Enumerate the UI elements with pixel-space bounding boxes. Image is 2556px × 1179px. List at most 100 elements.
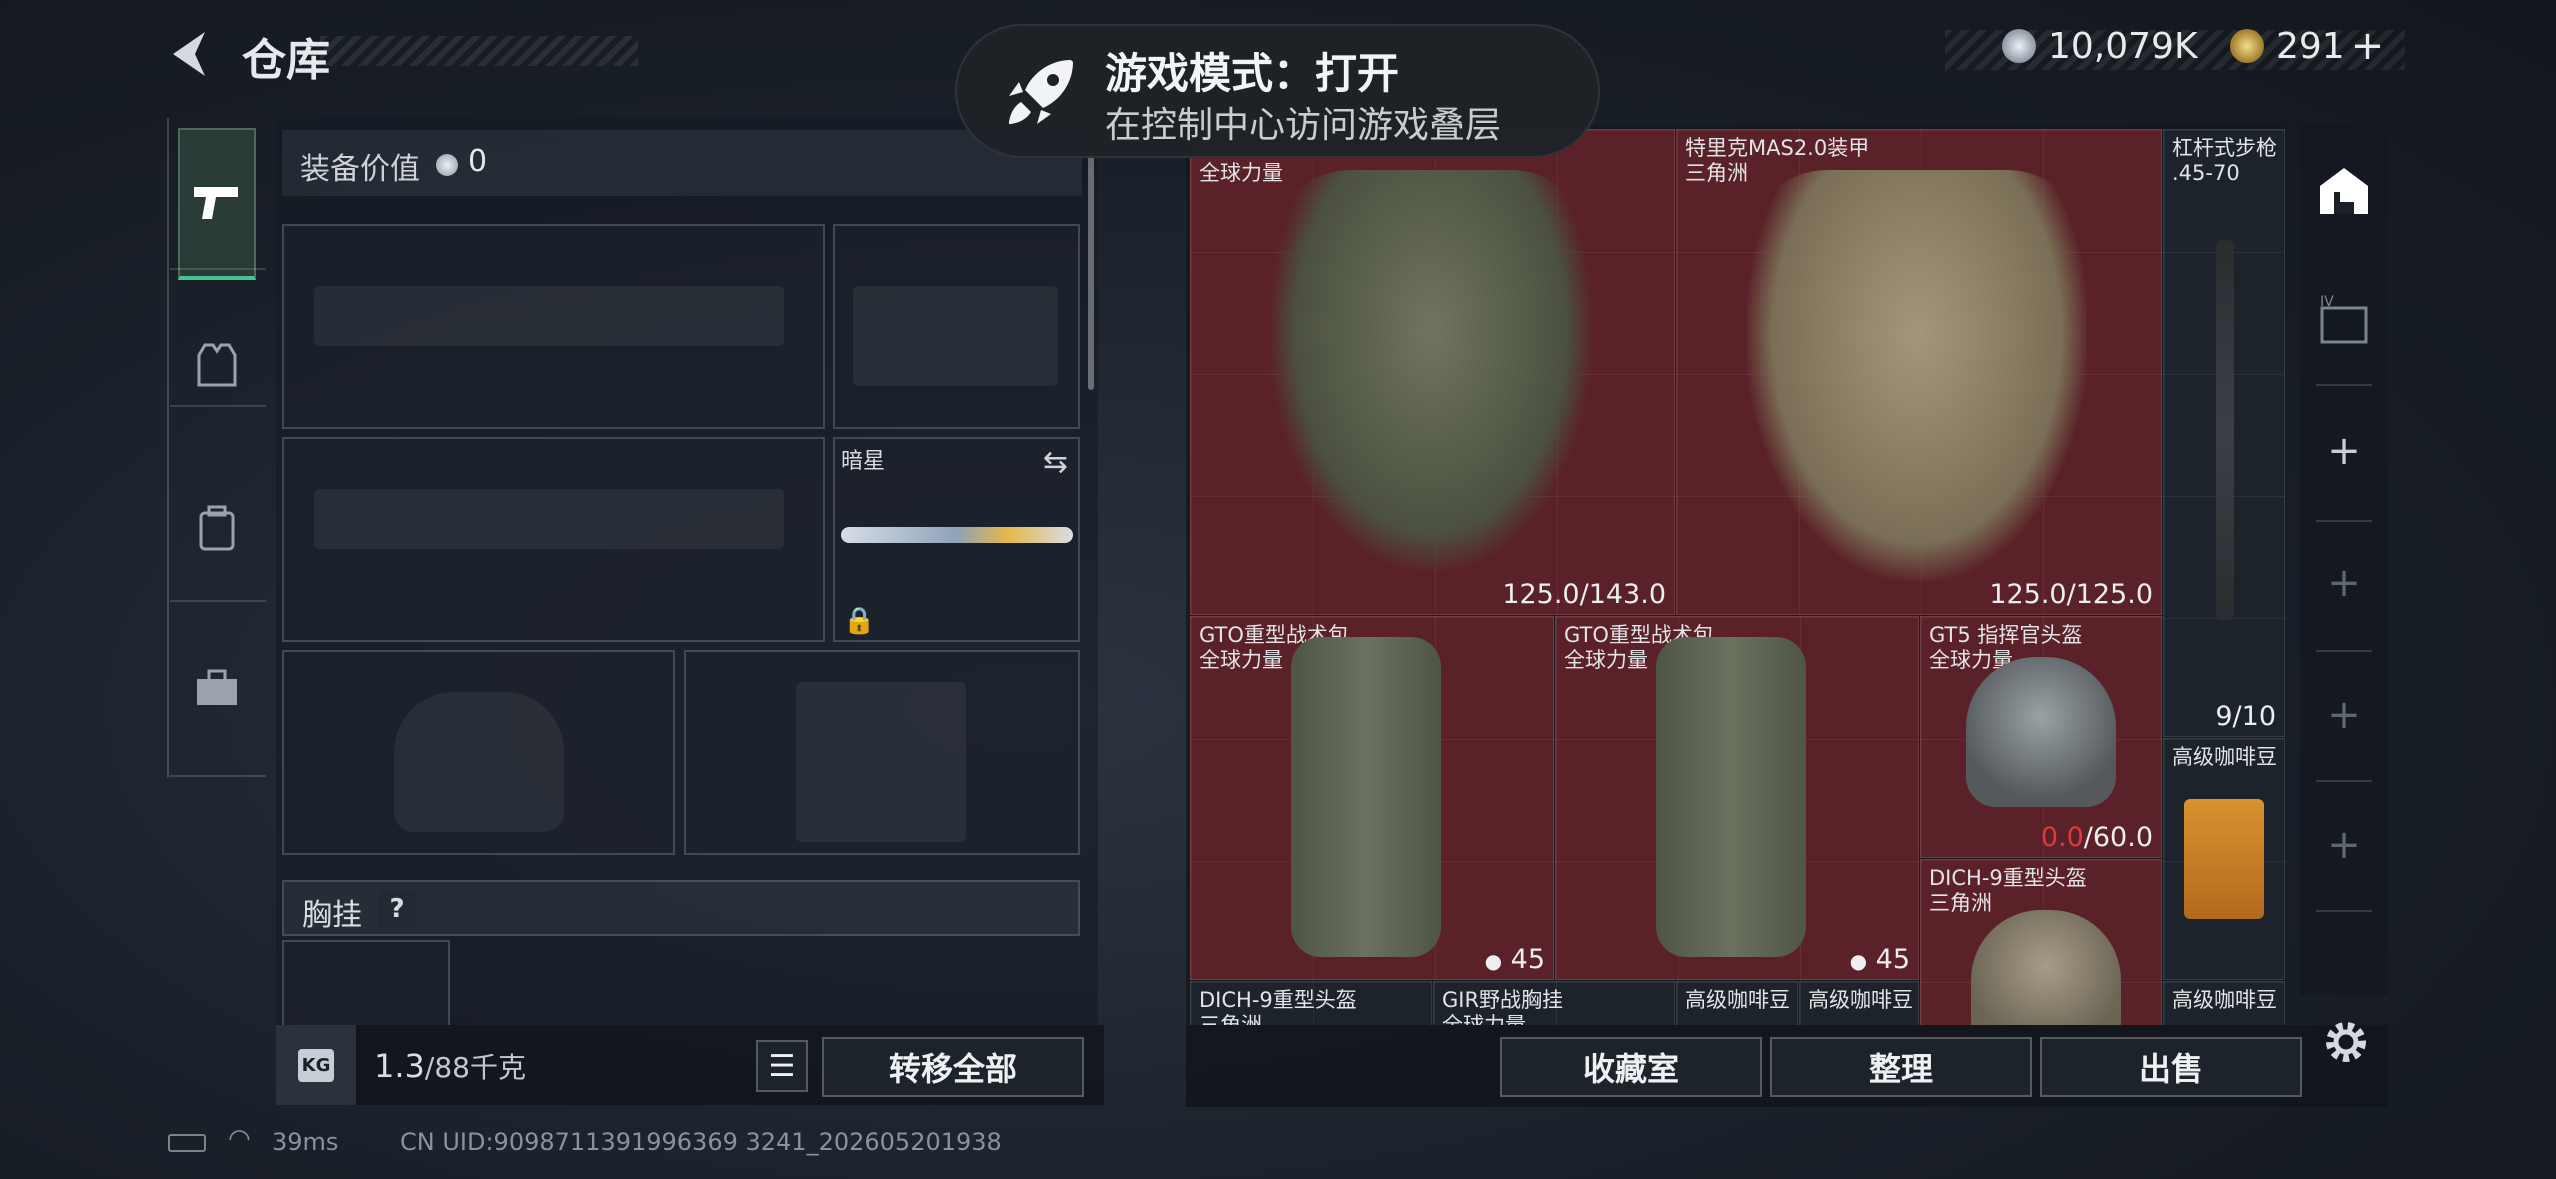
title-decoration [320,36,638,66]
organize-button[interactable]: 整理 [1770,1037,2032,1097]
item-name: GIR野战胸挂 [1442,988,1564,1012]
item-capacity: ● 45 [1850,944,1910,975]
battery-icon [168,1134,206,1152]
item-capacity-value: 45 [1875,944,1910,975]
item-name: 高级咖啡豆 [1808,988,1913,1012]
kg-icon: KG [297,1048,335,1082]
add-stash-page-button[interactable]: + [2316,560,2372,606]
item-faction: 全球力量 [1564,648,1648,672]
rocket-icon [1009,60,1073,124]
item-durability: 125.0/125.0 [1989,579,2153,610]
stash-item[interactable]: 高级咖啡豆 [2163,981,2285,1025]
rifle-silhouette [314,489,784,549]
primary-weapon-slot[interactable] [282,224,825,429]
stash-item[interactable]: 特里克MAS2.0装甲 三角洲 125.0/125.0 [1676,129,2162,615]
lock-icon: 🔒 [843,606,876,636]
armor-silhouette [796,682,966,842]
secondary-weapon-slot[interactable] [282,437,825,642]
durability-max: /60.0 [2083,822,2153,853]
favorites-button[interactable]: 收藏室 [1500,1037,1762,1097]
equipment-value-label: 装备价值 [300,152,420,187]
swap-icon[interactable]: ⇆ [1043,445,1068,480]
stash-item[interactable]: 高级咖啡豆 [1799,981,1919,1025]
rifle-silhouette [314,286,784,346]
vest-icon [197,343,237,387]
storage-crate-icon: IV [2320,294,2368,344]
item-durability: 0.0/60.0 [2041,822,2153,853]
melee-slot[interactable]: 暗星 ⇆ 🔒 [833,437,1080,642]
silver-amount: 10,079K [2048,25,2198,67]
transfer-all-button[interactable]: 转移全部 [822,1037,1084,1097]
item-faction: 三角洲 [1685,161,1748,185]
equipment-value-bar: 装备价值 0 [282,130,1082,196]
settings-button[interactable] [2320,1016,2372,1068]
tab-backpack[interactable] [178,488,256,568]
toast-title: 游戏模式：打开 [1105,49,1400,98]
add-stash-page-button[interactable]: + [2316,692,2372,738]
tab-weapons[interactable] [178,128,256,280]
stash-item[interactable]: GTO重型战术包 全球力量 ● 45 [1555,616,1919,980]
item-ammo-count: 9/10 [2215,701,2276,732]
stash-item[interactable]: 高级咖啡豆 [2163,738,2285,980]
gold-amount: 291 [2276,25,2345,67]
weight-readout: 1.3/88千克 [374,1046,526,1086]
armor-slot[interactable] [684,650,1080,855]
capacity-icon: ● [1849,949,1868,973]
help-button[interactable]: ? [378,890,416,928]
item-name: 特里克MAS2.0装甲 [1685,136,1870,160]
stash-grid: 全球力量 125.0/143.0 特里克MAS2.0装甲 三角洲 125.0/12… [1186,125,2286,1025]
svg-text:IV: IV [2320,294,2334,310]
knife-image [841,527,1073,543]
stash-item[interactable]: 杠杆式步枪 .45-70 9/10 [2163,129,2285,737]
warehouse-icon [2320,168,2368,214]
back-button[interactable] [165,28,213,80]
add-stash-page-button[interactable]: + [2316,822,2372,868]
armor-vest-image [1747,170,2087,580]
chest-rig-label: 胸挂 [302,898,362,933]
tab-case[interactable] [178,648,256,728]
stash-page-4-tab[interactable]: IV [2316,292,2372,346]
tab-armor[interactable] [178,325,256,405]
helmet-slot[interactable] [282,650,675,855]
armor-vest-image [1271,170,1591,570]
gold-currency[interactable]: 291 + [2230,22,2384,70]
gear-icon [2326,1022,2366,1062]
item-durability: 125.0/143.0 [1502,579,1666,610]
weight-icon: KG [276,1025,356,1105]
gold-coin-icon [2230,29,2264,63]
melee-name: 暗星 [841,449,886,474]
stash-item[interactable]: GT5 指挥官头盔 全球力量 0.0/60.0 [1920,616,2162,858]
stash-item[interactable]: GTO重型战术包 全球力量 ● 45 [1190,616,1554,980]
stash-item[interactable]: 全球力量 125.0/143.0 [1190,129,1675,615]
wifi-icon: ◠ [228,1124,251,1154]
sidearm-slot[interactable] [833,224,1080,429]
list-view-button[interactable]: ☰ [756,1040,808,1092]
item-name: GT5 指挥官头盔 [1929,623,2083,647]
loadout-scrollbar[interactable] [1088,150,1094,390]
stash-item[interactable]: DICH-9重型头盔 三角洲 [1190,981,1432,1025]
backpack-image [1291,637,1441,957]
chevron-left-icon [173,32,205,76]
coffee-bag-image [2184,799,2264,919]
backpack-icon [199,505,235,551]
sell-button[interactable]: 出售 [2040,1037,2302,1097]
item-name: DICH-9重型头盔 [1929,866,2087,890]
add-stash-page-button[interactable]: + [2316,428,2372,474]
silver-coin-icon [2002,29,2036,63]
stash-item[interactable]: GIR野战胸挂 全球力量 [1433,981,1675,1025]
stash-item[interactable]: 高级咖啡豆 [1676,981,1798,1025]
item-capacity-value: 45 [1510,944,1545,975]
item-faction: 全球力量 [1199,161,1283,185]
pistol-silhouette [853,286,1058,386]
pistol-icon [194,187,238,219]
chest-rig-slot[interactable] [282,940,450,1028]
toast-subtitle: 在控制中心访问游戏叠层 [1105,105,1502,146]
item-capacity: ● 45 [1485,944,1545,975]
gold-add-button[interactable]: + [2351,23,2385,69]
stash-home-tab[interactable] [2316,162,2372,218]
item-faction: .45-70 [2172,161,2240,185]
stash-item[interactable]: DICH-9重型头盔 三角洲 [1920,859,2162,1025]
item-name: 杠杆式步枪 [2172,136,2277,160]
item-name: 高级咖啡豆 [1685,988,1790,1012]
equipment-value: 0 [468,144,488,179]
